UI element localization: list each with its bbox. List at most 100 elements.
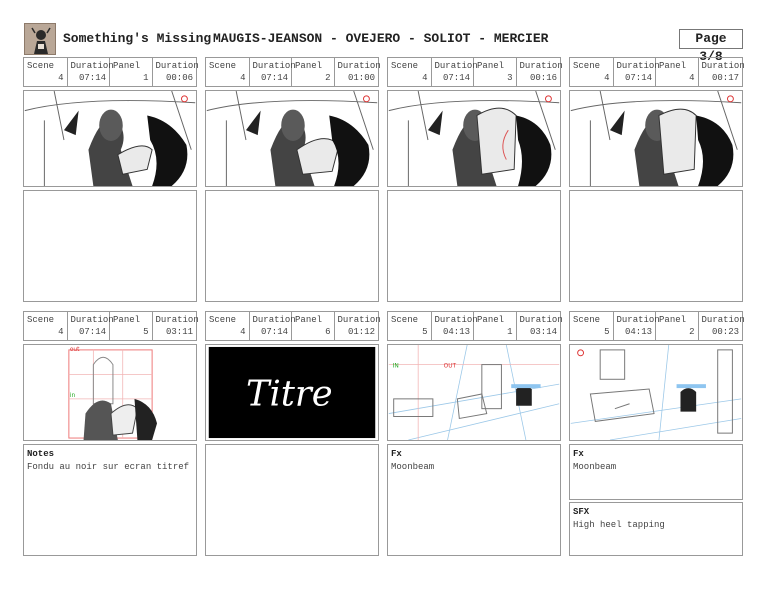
scene-label: Scene [391,61,419,71]
scene-number: 5 [422,327,428,337]
duration-label: Duration [519,315,563,325]
authors-line: MAUGIS-JEANSON - OVEJERO - SOLIOT - MERC… [213,31,549,46]
scene-duration: 07:14 [79,327,107,337]
panel-label: Panel [659,315,687,325]
vampire-sketch [570,91,742,186]
duration-label: Duration [434,61,478,71]
duration-label: Duration [155,315,199,325]
panel-image-bedroom [569,344,743,441]
panel-label: Panel [113,61,141,71]
panel-number: 1 [143,73,149,83]
panel-meta: Scene 4 Duration 07:14 Panel 4 Duration 00:1… [569,57,745,87]
panel-label: Panel [659,61,687,71]
duration-label: Duration [252,315,296,325]
scene-duration: 07:14 [625,73,653,83]
panel-meta: Scene 4 Duration 07:14 Panel 5 Duration 03:1… [23,311,199,341]
panel-label: Panel [477,315,505,325]
fx-label: Fx [573,449,584,459]
scene-number: 4 [58,73,64,83]
scene-duration: 04:13 [625,327,653,337]
panel-number: 1 [507,327,513,337]
duration-label: Duration [337,61,381,71]
duration-label: Duration [70,61,114,71]
scene-number: 4 [240,327,246,337]
panel-duration: 01:12 [348,327,376,337]
tag-in: IN [393,364,399,370]
panel-meta: Scene 5 Duration 04:13 Panel 1 Duration 03:1… [387,311,563,341]
duration-label: Duration [70,315,114,325]
duration-label: Duration [701,315,745,325]
panel-number: 2 [325,73,331,83]
panel-image-vampire [387,90,561,187]
panel-duration: 00:17 [712,73,740,83]
scene-label: Scene [27,61,55,71]
panel-number: 6 [325,327,331,337]
studio-logo [24,23,56,55]
panel-number: 4 [689,73,695,83]
notes-box: Notes Fondu au noir sur ecran titref [23,444,197,556]
scene-label: Scene [573,61,601,71]
storyboard-title: Something's Missing [63,31,212,46]
duration-label: Duration [155,61,199,71]
panel-duration: 00:06 [166,73,194,83]
scene-number: 4 [604,73,610,83]
notes-text: Fondu au noir sur ecran titref [27,462,190,472]
panel-duration: 01:00 [348,73,376,83]
vampire-sketch [388,91,560,186]
duration-label: Duration [252,61,296,71]
page-header: Something's Missing MAUGIS-JEANSON - OVE… [0,0,768,64]
panel-label: Panel [295,61,323,71]
duration-label: Duration [616,315,660,325]
scene-label: Scene [209,61,237,71]
notes-box: Fx Moonbeam [569,444,743,500]
panel-duration: 00:23 [712,327,740,337]
notes-box [205,190,379,302]
notes-box [569,190,743,302]
tag-out: out [70,347,80,353]
panel-meta: Scene 4 Duration 07:14 Panel 2 Duration 01:0… [205,57,381,87]
scene-number: 4 [58,327,64,337]
notes-box [205,444,379,556]
panel-meta: Scene 5 Duration 04:13 Panel 2 Duration 00:2… [569,311,745,341]
panel-label: Panel [477,61,505,71]
tag-in: in [70,393,76,399]
bedroom-sketch: IN OUT [388,345,560,440]
duration-label: Duration [616,61,660,71]
panel-duration: 03:11 [166,327,194,337]
panel-image-vampire [23,90,197,187]
panel-meta: Scene 4 Duration 07:14 Panel 3 Duration 00:1… [387,57,563,87]
scene-duration: 07:14 [79,73,107,83]
scene-number: 4 [240,73,246,83]
notes-box [23,190,197,302]
panel-number: 2 [689,327,695,337]
notes-box: Fx Moonbeam [387,444,561,556]
panel-duration: 03:14 [530,327,558,337]
duration-label: Duration [434,315,478,325]
title-card: Titre [208,346,376,439]
sfx-box: SFX High heel tapping [569,502,743,556]
panel-number: 3 [507,73,513,83]
scene-number: 5 [604,327,610,337]
scene-label: Scene [209,315,237,325]
panel-image-vampire [569,90,743,187]
scene-label: Scene [573,315,601,325]
duration-label: Duration [337,315,381,325]
tag-out: OUT [444,364,457,370]
panel-meta: Scene 4 Duration 07:14 Panel 1 Duration 00:0… [23,57,199,87]
page-number: Page 3/8 [679,29,743,64]
title-card-text: Titre [246,374,333,415]
sfx-text: High heel tapping [573,520,665,530]
scene-duration: 07:14 [261,327,289,337]
scene-duration: 04:13 [443,327,471,337]
layout-sketch: out in [24,345,196,440]
notes-label: Notes [27,449,55,459]
scene-label: Scene [27,315,55,325]
vampire-sketch [206,91,378,186]
duration-label: Duration [519,61,563,71]
scene-duration: 07:14 [443,73,471,83]
bedroom-sketch [570,345,742,440]
panel-label: Panel [295,315,323,325]
scene-label: Scene [391,315,419,325]
panel-image-bedroom: IN OUT [387,344,561,441]
vampire-sketch [24,91,196,186]
